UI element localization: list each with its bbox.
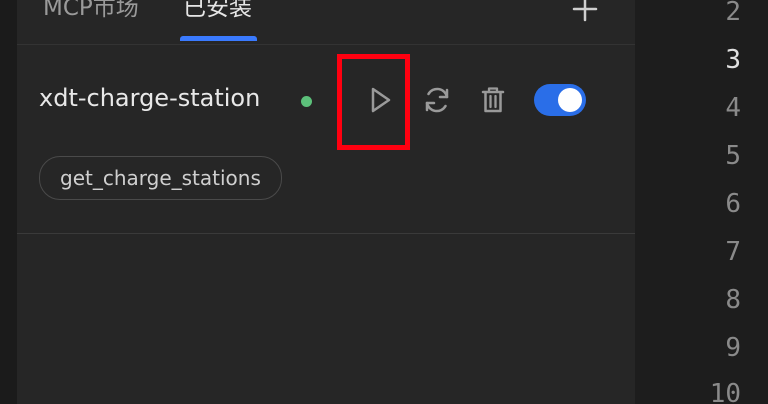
line-number: 6 xyxy=(725,189,741,219)
add-server-button[interactable] xyxy=(570,0,600,24)
plus-icon xyxy=(572,0,598,22)
tab-installed[interactable]: 已安装 xyxy=(183,0,252,22)
tool-chip: get_charge_stations xyxy=(39,156,282,200)
tab-mcp-market[interactable]: MCP市场 xyxy=(43,0,139,22)
delete-server-button[interactable] xyxy=(477,84,509,116)
enable-toggle[interactable] xyxy=(534,84,586,116)
run-server-button[interactable] xyxy=(364,84,396,116)
line-number: 10 xyxy=(709,379,741,404)
line-number: 5 xyxy=(725,141,741,171)
line-number: 7 xyxy=(725,237,741,267)
active-tab-indicator xyxy=(180,36,257,41)
line-number: 9 xyxy=(725,333,741,363)
server-name: xdt-charge-station xyxy=(39,84,261,112)
refresh-server-button[interactable] xyxy=(421,84,453,116)
app-window: MCP市场 已安装 xdt-charge-station get_charge_… xyxy=(0,0,768,404)
line-number: 4 xyxy=(725,93,741,123)
status-indicator xyxy=(301,96,312,107)
divider xyxy=(17,233,635,234)
toggle-knob xyxy=(558,88,582,112)
line-number: 8 xyxy=(725,285,741,315)
line-number-active: 3 xyxy=(725,45,741,75)
editor-line-gutter: 2 3 4 5 6 7 8 9 10 xyxy=(635,0,768,404)
mcp-panel: MCP市场 已安装 xdt-charge-station get_charge_… xyxy=(17,0,635,404)
left-edge-strip xyxy=(0,0,17,404)
line-number: 2 xyxy=(725,0,741,27)
tab-bar: MCP市场 已安装 xyxy=(17,0,635,45)
trash-icon xyxy=(481,87,505,113)
refresh-icon xyxy=(425,87,449,113)
play-icon xyxy=(371,87,391,113)
